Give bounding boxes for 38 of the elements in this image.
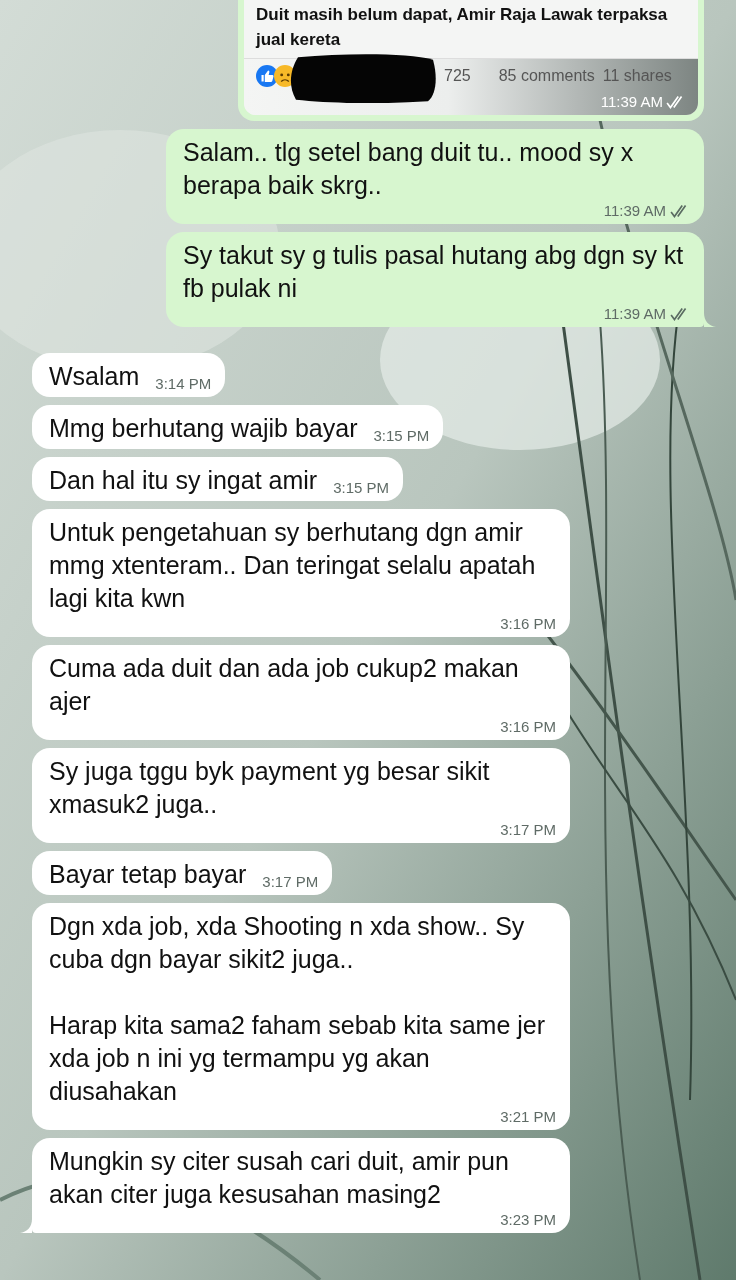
- message-bubble[interactable]: Dan hal itu sy ingat amir 3:15 PM: [32, 457, 404, 501]
- message-time: 11:39 AM: [603, 305, 666, 323]
- message-bubble[interactable]: Untuk pengetahuan sy berhutang dgn amir mmg xtenteram.. Dan teringat selalu apatah lagi kita kwn 3:16 PM: [32, 509, 570, 637]
- message-bubble[interactable]: Salam.. tlg setel bang duit tu.. mood sy x berapa baik skrg.. 11:39 AM: [166, 129, 704, 224]
- message-text: Cuma ada duit dan ada job cukup2 makan ajer: [49, 653, 520, 717]
- message-time: 11:39 AM: [603, 202, 666, 220]
- message-time: 3:17 PM: [262, 873, 319, 891]
- shared-post-bubble[interactable]: Duit masih belum dapat, Amir Raja Lawak terpaksa jual kereta 725 85 comments 11 shares 11:39 AM: [238, 0, 704, 121]
- shares-count: 11 shares: [602, 67, 672, 85]
- message-bubble[interactable]: Sy takut sy g tulis pasal hutang abg dgn sy kt fb pulak ni 11:39 AM: [166, 232, 704, 327]
- message-time: 3:17 PM: [500, 821, 556, 839]
- message-time: 3:16 PM: [500, 615, 556, 633]
- message-bubble[interactable]: Mmg berhutang wajib bayar 3:15 PM: [32, 405, 444, 449]
- message-bubble[interactable]: Cuma ada duit dan ada job cukup2 makan ajer 3:16 PM: [32, 645, 570, 740]
- message-text: Sy juga tggu byk payment yg besar sikit xmasuk2 juga..: [49, 756, 491, 820]
- message-time: 3:16 PM: [500, 718, 556, 736]
- message-bubble[interactable]: Sy juga tggu byk payment yg besar sikit xmasuk2 juga.. 3:17 PM: [32, 748, 570, 843]
- reaction-count: 725: [444, 67, 471, 85]
- message-bubble[interactable]: Bayar tetap bayar 3:17 PM: [32, 851, 333, 895]
- message-text: Dgn xda job, xda Shooting n xda show.. Sy cuba dgn bayar sikit2 juga.. Harap kita sama2 faham sebab kita same jer xda job n ini yg termampu yg akan diusahakan: [49, 911, 547, 1107]
- message-time: 3:15 PM: [333, 479, 390, 497]
- message-text: Dan hal itu sy ingat amir: [49, 465, 318, 496]
- message-text: Mmg berhutang wajib bayar: [49, 413, 358, 444]
- comments-count: 85 comments: [498, 67, 595, 85]
- message-time: 3:23 PM: [500, 1211, 556, 1229]
- message-text: Bayar tetap bayar: [49, 859, 247, 890]
- message-bubble[interactable]: Mungkin sy citer susah cari duit, amir pun akan citer juga kesusahan masing2 3:23 PM: [32, 1138, 570, 1233]
- message-text: Sy takut sy g tulis pasal hutang abg dgn sy kt fb pulak ni: [183, 240, 685, 304]
- message-text: Salam.. tlg setel bang duit tu.. mood sy x berapa baik skrg..: [183, 137, 635, 201]
- message-text: Mungkin sy citer susah cari duit, amir pun akan citer juga kesusahan masing2: [49, 1146, 510, 1210]
- message-bubble[interactable]: Dgn xda job, xda Shooting n xda show.. Sy cuba dgn bayar sikit2 juga.. Harap kita sama2 faham sebab kita same jer xda job n ini yg termampu yg akan diusahakan 3:21 PM: [32, 903, 570, 1130]
- message-time: 3:14 PM: [155, 375, 212, 393]
- message-time: 3:15 PM: [373, 427, 430, 445]
- message-text: Wsalam: [49, 361, 140, 392]
- message-bubble[interactable]: Wsalam 3:14 PM: [32, 353, 226, 397]
- message-text: Untuk pengetahuan sy berhutang dgn amir mmg xtenteram.. Dan teringat selalu apatah lagi kita kwn: [49, 517, 537, 614]
- message-time: 11:39 AM: [600, 93, 663, 111]
- message-time: 3:21 PM: [500, 1108, 556, 1126]
